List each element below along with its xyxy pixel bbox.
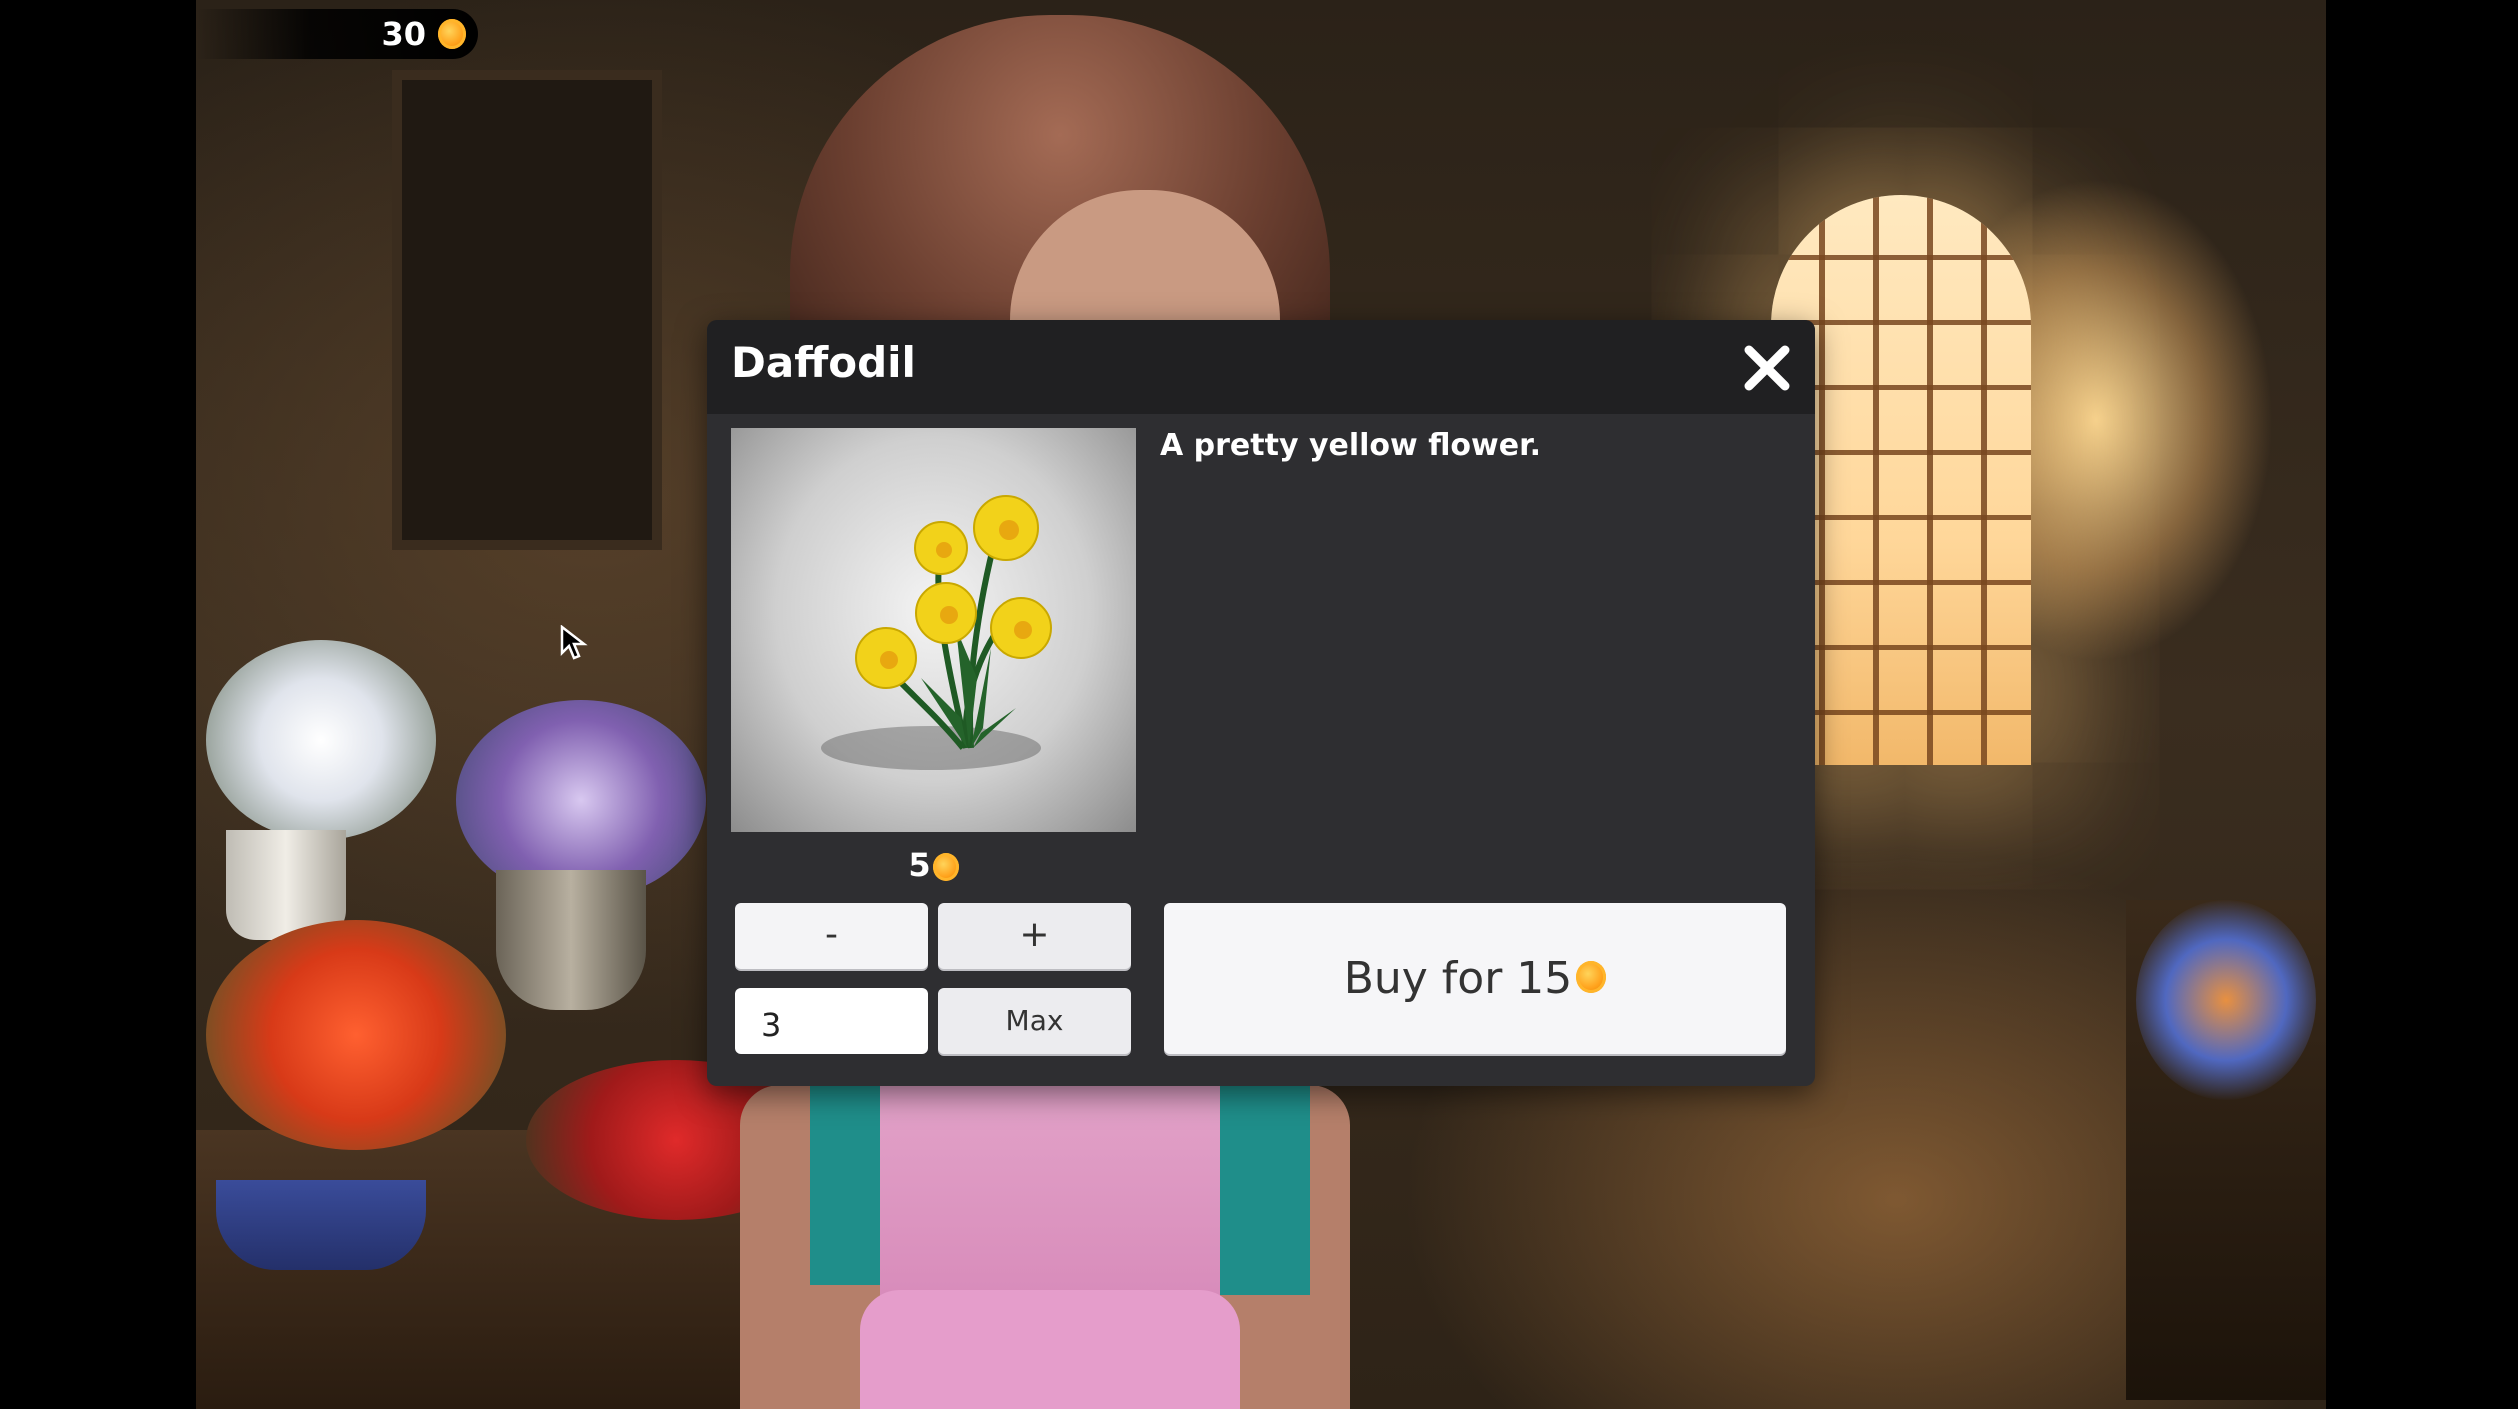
buy-button[interactable]: Buy for 15 xyxy=(1164,903,1786,1054)
increase-quantity-button[interactable]: + xyxy=(938,903,1131,969)
character-apron xyxy=(860,1290,1240,1409)
unit-price: 5 xyxy=(707,845,1160,885)
shop-item-dialog: Daffodil A pretty yellow flower. 5 - + 3… xyxy=(707,320,1815,1086)
daffodil-flower-image xyxy=(731,428,1136,832)
vase xyxy=(496,870,646,1010)
item-description: A pretty yellow flower. xyxy=(1160,428,1542,463)
mouse-cursor-icon xyxy=(560,625,588,660)
coin-icon xyxy=(1576,961,1607,993)
decrease-quantity-button[interactable]: - xyxy=(735,903,928,969)
side-flowers xyxy=(2136,900,2316,1100)
currency-amount: 30 xyxy=(381,15,426,53)
buy-button-label: Buy for 15 xyxy=(1343,953,1573,1004)
close-icon[interactable] xyxy=(1739,340,1795,396)
quantity-input[interactable] xyxy=(735,988,928,1054)
red-flowers xyxy=(206,920,506,1150)
unit-price-value: 5 xyxy=(908,846,931,884)
dialog-header: Daffodil xyxy=(707,320,1815,414)
flower-pot xyxy=(216,1180,426,1270)
max-quantity-button[interactable]: Max xyxy=(938,988,1131,1054)
coin-icon xyxy=(438,19,466,49)
currency-display: 30 xyxy=(196,9,478,59)
item-title: Daffodil xyxy=(731,338,916,387)
wall-painting xyxy=(392,70,662,550)
white-flowers xyxy=(206,640,436,840)
coin-icon xyxy=(932,853,959,881)
